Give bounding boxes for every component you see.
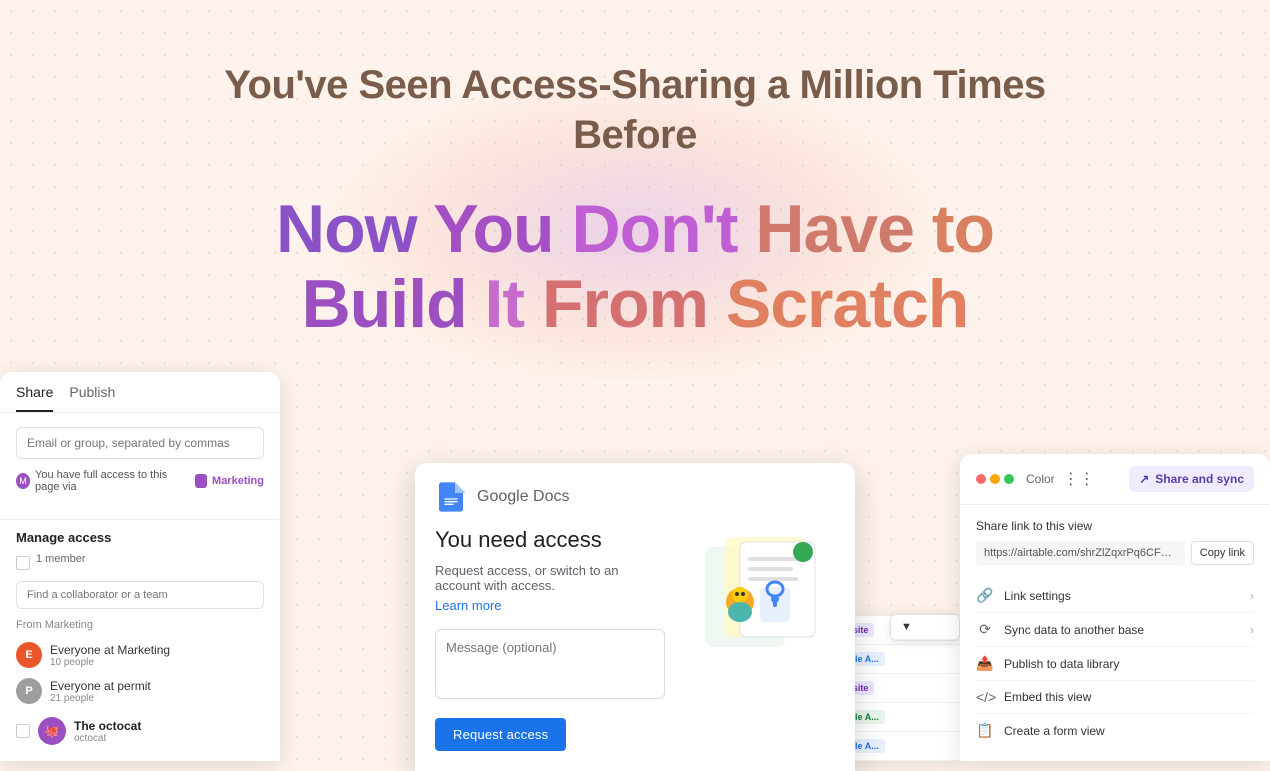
tab-share[interactable]: Share xyxy=(16,384,53,412)
tab-publish[interactable]: Publish xyxy=(69,384,115,412)
access-note-text: You have full access to this page via xyxy=(35,469,190,493)
publish-icon: 📤 xyxy=(976,655,994,672)
message-textarea[interactable] xyxy=(435,629,665,699)
hero-title-line2: Build It From Scratch xyxy=(185,267,1085,342)
link-settings-icon: 🔗 xyxy=(976,587,994,604)
email-input[interactable] xyxy=(16,427,264,459)
word-from: From xyxy=(542,266,726,342)
airtable-body: Share link to this view https://airtable… xyxy=(960,505,1270,761)
airtable-view-label: Color xyxy=(1026,472,1055,486)
member1-name: Everyone at Marketing xyxy=(50,643,170,657)
word-now: Now xyxy=(276,191,433,267)
manage-access-section: Manage access 1 member From Marketing E … xyxy=(0,519,280,761)
word-build: Build xyxy=(302,266,485,342)
hero-title: Now You Don't Have to Build It From Scra… xyxy=(185,192,1085,342)
form-icon: 📋 xyxy=(976,722,994,739)
share-icon: ↗ xyxy=(1139,472,1149,486)
link-settings-item[interactable]: 🔗 Link settings › xyxy=(976,579,1254,613)
share-link-section: Share link to this view https://airtable… xyxy=(976,519,1254,565)
google-body: You need access Request access, or switc… xyxy=(415,527,855,771)
need-access-desc: Request access, or switch to an account … xyxy=(435,563,665,593)
sync-text: Sync data to another base xyxy=(1004,623,1240,637)
share-link-label: Share link to this view xyxy=(976,519,1254,533)
user-avatar: 🐙 xyxy=(38,717,66,745)
share-body: M You have full access to this page via … xyxy=(0,413,280,519)
member-row-2: P Everyone at permit 21 people xyxy=(16,673,264,709)
user-name: The octocat xyxy=(74,719,141,733)
dropdown-area: ▼ xyxy=(890,614,960,641)
word-it: It xyxy=(485,266,542,342)
copy-link-button[interactable]: Copy link xyxy=(1191,541,1254,565)
word-to: to xyxy=(932,191,994,267)
learn-more-link[interactable]: Learn more xyxy=(435,598,501,613)
word-have: Have xyxy=(755,191,931,267)
member2-name: Everyone at permit xyxy=(50,679,151,693)
airtable-header: Color ⋮⋮ ↗ Share and sync xyxy=(960,454,1270,505)
member-avatar-1: E xyxy=(16,642,42,668)
embed-icon: </> xyxy=(976,689,994,705)
publish-text: Publish to data library xyxy=(1004,657,1254,671)
sync-arrow: › xyxy=(1250,623,1254,637)
hero-subtitle: You've Seen Access-Sharing a Million Tim… xyxy=(185,60,1085,160)
word-you: You xyxy=(433,191,571,267)
airtable-grid-icon: ⋮⋮ xyxy=(1063,469,1095,489)
sync-item[interactable]: ⟳ Sync data to another base › xyxy=(976,613,1254,647)
share-sync-label: Share and sync xyxy=(1155,472,1244,486)
dot-green xyxy=(1004,474,1014,484)
member-checkbox[interactable] xyxy=(16,556,30,570)
publish-item[interactable]: 📤 Publish to data library xyxy=(976,647,1254,681)
embed-item[interactable]: </> Embed this view xyxy=(976,681,1254,714)
airtable-header-left: Color ⋮⋮ xyxy=(976,469,1095,489)
share-publish-card: Share Publish M You have full access to … xyxy=(0,372,280,761)
google-left-section: You need access Request access, or switc… xyxy=(435,527,665,751)
ui-cards-container: Share Publish M You have full access to … xyxy=(0,491,1270,761)
user-checkbox[interactable] xyxy=(16,724,30,738)
form-item[interactable]: 📋 Create a form view xyxy=(976,714,1254,747)
marketing-link[interactable]: Marketing xyxy=(212,475,264,487)
member-row-1: E Everyone at Marketing 10 people xyxy=(16,637,264,673)
member-avatar-2: P xyxy=(16,678,42,704)
google-docs-icon xyxy=(435,481,467,513)
google-docs-card: Google Docs You need access Request acce… xyxy=(415,463,855,771)
from-marketing-label: From Marketing xyxy=(16,619,264,631)
dropdown-item-1: ▼ xyxy=(891,615,959,640)
access-avatar: M xyxy=(16,473,30,489)
dot-red xyxy=(976,474,986,484)
sync-icon: ⟳ xyxy=(976,621,994,638)
color-dots xyxy=(976,474,1014,484)
embed-text: Embed this view xyxy=(1004,690,1254,704)
illustration-svg xyxy=(685,527,835,667)
link-url: https://airtable.com/shrZlZqxrPq6CF3dH xyxy=(976,541,1185,565)
word-dont: Don't xyxy=(571,191,755,267)
need-access-title: You need access xyxy=(435,527,665,553)
airtable-card: Color ⋮⋮ ↗ Share and sync Share link to … xyxy=(960,454,1270,761)
manage-access-title: Manage access xyxy=(16,530,264,545)
user-row: 🐙 The octocat octocat xyxy=(16,717,264,745)
link-settings-arrow: › xyxy=(1250,589,1254,603)
google-illustration xyxy=(685,527,835,751)
request-access-button[interactable]: Request access xyxy=(435,718,566,751)
form-text: Create a form view xyxy=(1004,724,1254,738)
link-row: https://airtable.com/shrZlZqxrPq6CF3dH C… xyxy=(976,541,1254,565)
member1-count: 10 people xyxy=(50,657,170,668)
hero-title-line1: Now You Don't Have to xyxy=(185,192,1085,267)
member-count: 1 member xyxy=(36,553,86,565)
user-handle: octocat xyxy=(74,733,141,744)
google-docs-title: Google Docs xyxy=(477,488,570,506)
hero-section: You've Seen Access-Sharing a Million Tim… xyxy=(185,60,1085,342)
share-tabs: Share Publish xyxy=(0,372,280,413)
access-note: M You have full access to this page via … xyxy=(16,469,264,493)
member2-count: 21 people xyxy=(50,693,151,704)
link-settings-text: Link settings xyxy=(1004,589,1240,603)
word-scratch: Scratch xyxy=(726,266,968,342)
find-collaborator-input[interactable] xyxy=(16,581,264,609)
share-sync-button[interactable]: ↗ Share and sync xyxy=(1129,466,1254,492)
dot-orange xyxy=(990,474,1000,484)
google-header: Google Docs xyxy=(415,463,855,527)
